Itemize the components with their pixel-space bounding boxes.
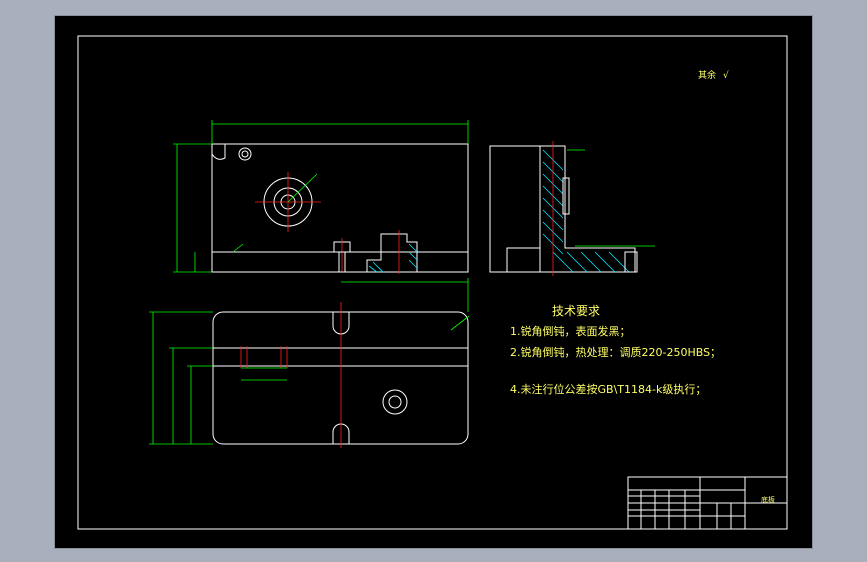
front-view xyxy=(173,120,469,274)
small-hole xyxy=(238,147,252,161)
drawing-frame xyxy=(77,35,788,530)
drawing-canvas: 其余 √ 技术要求 1.锐角倒钝，表面发黑； 2.锐角倒钝，热处理：调质220-… xyxy=(77,35,788,530)
cad-viewport[interactable]: 其余 √ 技术要求 1.锐角倒钝，表面发黑； 2.锐角倒钝，热处理：调质220-… xyxy=(54,15,813,549)
roughness-symbol: √ xyxy=(723,70,729,81)
tech-item-1: 1.锐角倒钝，表面发黑； xyxy=(510,324,631,338)
tech-title: 技术要求 xyxy=(552,304,600,318)
title-block: 底板 xyxy=(627,476,788,530)
roughness-note: 其余 xyxy=(698,69,716,81)
title-block-name: 底板 xyxy=(761,495,775,504)
top-view xyxy=(149,278,470,448)
tech-item-3: 4.未注行位公差按GB\T1184-k级执行； xyxy=(510,382,706,396)
side-view xyxy=(489,141,655,276)
tech-item-2: 2.锐角倒钝，热处理：调质220-250HBS； xyxy=(510,345,721,359)
front-view-outline xyxy=(211,143,469,273)
side-view-outline xyxy=(489,145,541,273)
tech-requirements: 技术要求 1.锐角倒钝，表面发黑； 2.锐角倒钝，热处理：调质220-250HB… xyxy=(510,304,721,396)
top-boss xyxy=(382,389,408,415)
